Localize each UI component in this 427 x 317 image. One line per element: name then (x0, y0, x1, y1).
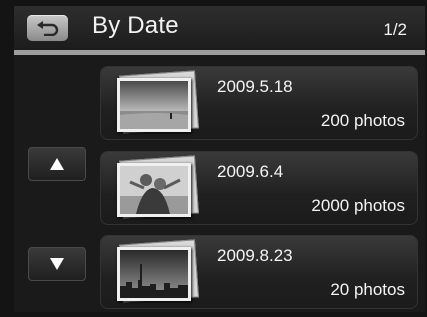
list-item-2009-5-18[interactable]: 2009.5.18 200 photos (100, 66, 418, 140)
down-triangle-icon (50, 258, 64, 270)
scroll-down-button[interactable] (28, 247, 86, 281)
back-button[interactable] (27, 15, 68, 41)
back-arrow-icon (37, 21, 59, 36)
photo-stack-thumbnail (115, 239, 199, 304)
people-photo (120, 166, 188, 214)
beach-photo (120, 81, 188, 129)
group-count: 200 photos (320, 111, 405, 130)
photo-stack-thumbnail (115, 155, 199, 220)
photo-stack-thumbnail (115, 70, 199, 135)
city-photo (120, 250, 188, 298)
list-item-2009-8-23[interactable]: 2009.8.23 20 photos (100, 235, 418, 309)
group-date: 2009.8.23 (217, 246, 293, 265)
group-date: 2009.6.4 (217, 162, 284, 181)
list-item-2009-6-4[interactable]: 2009.6.4 2000 photos (100, 151, 418, 225)
header-divider (14, 50, 425, 55)
header-bar (14, 6, 425, 50)
group-count: 2000 photos (311, 196, 405, 215)
up-triangle-icon (50, 158, 64, 170)
scroll-up-button[interactable] (28, 147, 86, 181)
page-indicator: 1/2 (383, 20, 407, 39)
group-date: 2009.5.18 (217, 77, 293, 96)
group-count: 20 photos (330, 280, 405, 299)
page-title: By Date (92, 12, 179, 39)
